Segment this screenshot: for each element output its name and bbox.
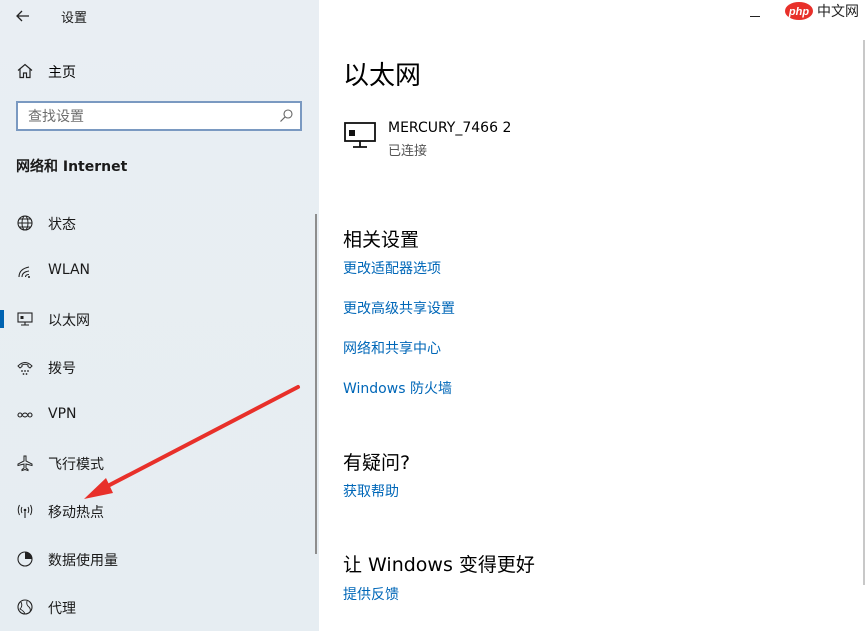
search-box[interactable] xyxy=(16,101,302,131)
wifi-icon xyxy=(18,266,30,278)
sidebar: 设置 主页 网络和 Internet 状态 WLAN xyxy=(0,0,319,631)
related-settings-heading: 相关设置 xyxy=(343,229,420,251)
advanced-sharing-settings-link[interactable]: 更改高级共享设置 xyxy=(343,298,455,318)
help-heading: 有疑问? xyxy=(343,452,411,474)
sidebar-item-status[interactable]: 状态 xyxy=(0,205,319,241)
status-globe-icon xyxy=(17,215,33,231)
network-name[interactable]: MERCURY_7466 2 xyxy=(388,120,511,136)
sidebar-item-dialup[interactable]: 拨号 xyxy=(0,349,319,385)
minimize-icon xyxy=(750,16,760,17)
sidebar-item-proxy[interactable]: 代理 xyxy=(0,589,319,625)
network-sharing-center-link[interactable]: 网络和共享中心 xyxy=(343,338,441,358)
hotspot-icon xyxy=(17,504,33,518)
back-button[interactable] xyxy=(12,4,36,28)
content-scrollbar[interactable] xyxy=(863,40,865,585)
sidebar-item-label: 移动热点 xyxy=(48,505,104,521)
home-label: 主页 xyxy=(48,65,76,81)
back-arrow-icon xyxy=(16,10,29,22)
main-content: php 中文网 以太网 MERCURY_7466 2 已连接 相关设置 更改适配… xyxy=(319,0,867,631)
search-icon[interactable] xyxy=(278,108,294,124)
section-title: 网络和 Internet xyxy=(16,159,128,175)
page-title: 以太网 xyxy=(343,61,422,91)
sidebar-item-label: VPN xyxy=(48,406,77,422)
sidebar-item-label: 飞行模式 xyxy=(48,457,104,473)
home-icon xyxy=(17,63,33,79)
data-usage-icon xyxy=(17,551,33,567)
sidebar-item-label: WLAN xyxy=(48,262,91,278)
watermark-brand: php xyxy=(788,6,809,18)
sidebar-item-mobile-hotspot[interactable]: 移动热点 xyxy=(0,493,319,529)
watermark-logo: php 中文网 xyxy=(785,0,867,22)
selection-indicator xyxy=(0,310,4,328)
minimize-button[interactable] xyxy=(743,4,767,28)
sidebar-item-home[interactable]: 主页 xyxy=(0,56,319,88)
ethernet-icon xyxy=(17,312,33,326)
sidebar-item-label: 以太网 xyxy=(48,313,90,329)
window-title: 设置 xyxy=(61,11,88,26)
windows-firewall-link[interactable]: Windows 防火墙 xyxy=(343,378,452,398)
sidebar-item-airplane-mode[interactable]: 飞行模式 xyxy=(0,445,319,481)
ethernet-network-icon xyxy=(344,122,376,148)
sidebar-item-ethernet[interactable]: 以太网 xyxy=(0,301,319,337)
change-adapter-options-link[interactable]: 更改适配器选项 xyxy=(343,258,441,278)
get-help-link[interactable]: 获取帮助 xyxy=(343,481,399,501)
sidebar-scrollbar[interactable] xyxy=(315,214,317,554)
vpn-icon xyxy=(17,412,33,418)
sidebar-item-label: 状态 xyxy=(48,217,76,233)
proxy-globe-icon xyxy=(17,599,33,615)
sidebar-item-label: 拨号 xyxy=(48,361,76,377)
search-input[interactable] xyxy=(18,103,280,131)
watermark-text: 中文网 xyxy=(817,4,859,20)
give-feedback-link[interactable]: 提供反馈 xyxy=(343,584,399,604)
airplane-icon xyxy=(17,455,33,472)
feedback-heading: 让 Windows 变得更好 xyxy=(343,554,535,576)
sidebar-item-wlan[interactable]: WLAN xyxy=(0,253,319,289)
sidebar-item-label: 数据使用量 xyxy=(48,553,118,569)
network-status: 已连接 xyxy=(388,144,428,159)
sidebar-item-data-usage[interactable]: 数据使用量 xyxy=(0,541,319,577)
sidebar-item-label: 代理 xyxy=(48,601,76,617)
sidebar-item-vpn[interactable]: VPN xyxy=(0,397,319,433)
dialup-icon xyxy=(17,362,33,375)
